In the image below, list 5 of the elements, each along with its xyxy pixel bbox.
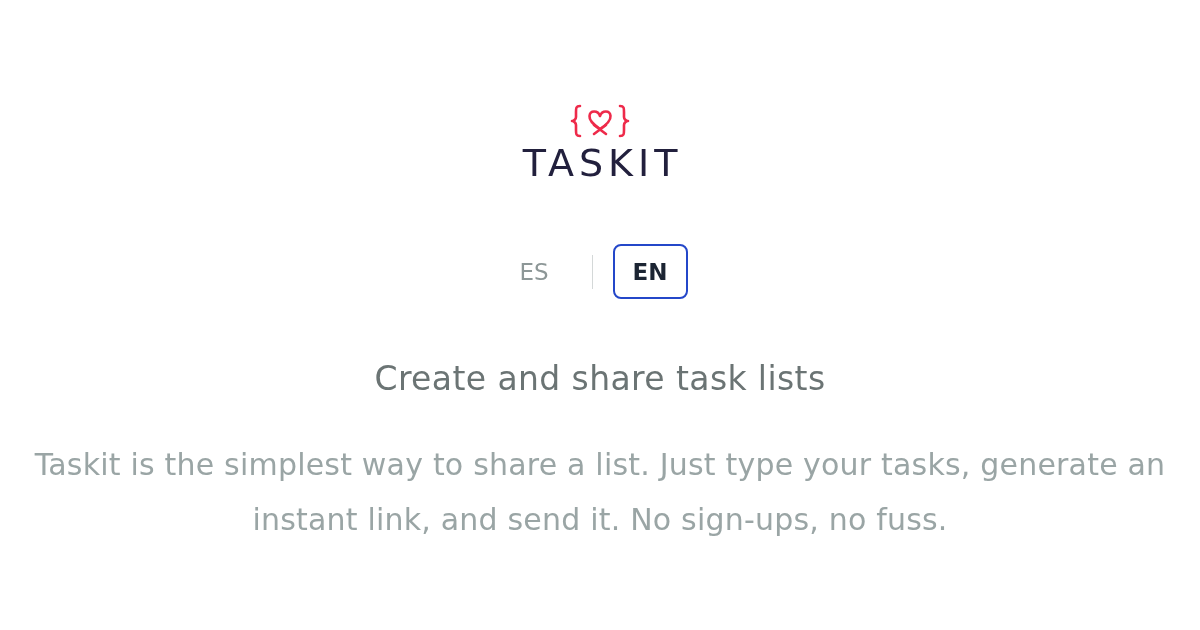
description: Taskit is the simplest way to share a list. Just type your tasks, generate an instant link, and send it. No sign-ups, no fuss. xyxy=(33,446,1167,539)
heart-braces-icon xyxy=(570,104,630,138)
heading: Create and share task lists xyxy=(374,361,826,397)
logo-wordmark: TASKIT xyxy=(521,146,683,180)
language-button[interactable]: EN xyxy=(612,244,688,299)
